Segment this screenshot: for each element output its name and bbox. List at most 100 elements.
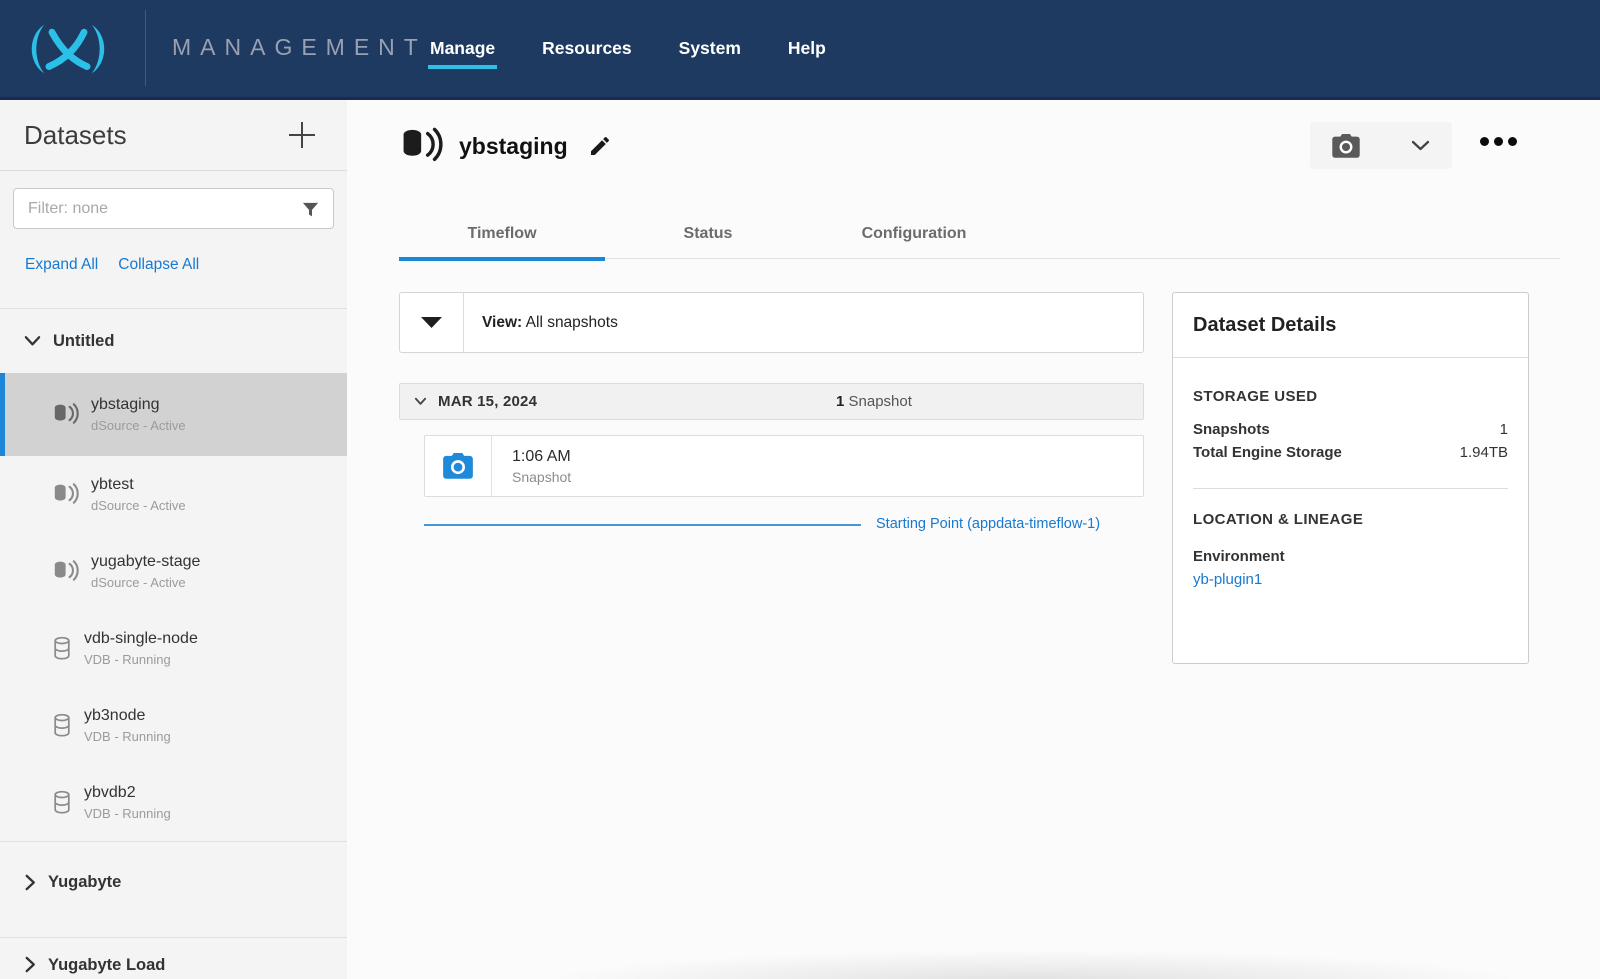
starting-point-link[interactable]: Starting Point (appdata-timeflow-1) bbox=[876, 516, 1100, 532]
pencil-icon bbox=[588, 134, 612, 158]
environment-label: Environment bbox=[1193, 548, 1508, 565]
vdb-icon bbox=[52, 790, 72, 815]
storage-row-value: 1.94TB bbox=[1460, 441, 1508, 464]
group-label: Yugabyte bbox=[48, 873, 121, 892]
more-actions-button[interactable] bbox=[1480, 137, 1517, 146]
nav-item-system[interactable]: System bbox=[679, 38, 741, 59]
starting-point-row: Starting Point (appdata-timeflow-1) bbox=[399, 515, 1144, 537]
dataset-status: dSource - Active bbox=[91, 498, 186, 513]
snapshot-count: 1 Snapshot bbox=[836, 393, 912, 410]
filter-funnel-icon[interactable] bbox=[301, 200, 320, 224]
dataset-item-ybstaging[interactable]: ybstaging dSource - Active bbox=[0, 373, 347, 456]
dsource-icon bbox=[399, 126, 443, 166]
take-snapshot-button[interactable] bbox=[1310, 122, 1452, 169]
location-lineage-heading: LOCATION & LINEAGE bbox=[1193, 511, 1508, 528]
delphix-logo-icon bbox=[18, 20, 118, 83]
view-value: All snapshots bbox=[526, 314, 618, 331]
ellipsis-icon bbox=[1480, 137, 1489, 146]
dataset-item-ybtest[interactable]: ybtest dSource - Active bbox=[0, 456, 347, 533]
tab-status[interactable]: Status bbox=[605, 208, 811, 258]
camera-icon bbox=[443, 453, 473, 479]
dsource-icon bbox=[52, 402, 79, 427]
snapshot-type: Snapshot bbox=[512, 469, 571, 485]
brand-text: MANAGEMENT bbox=[172, 34, 427, 61]
dataset-name: yb3node bbox=[84, 707, 171, 725]
dataset-details-panel: Dataset Details STORAGE USED Snapshots 1… bbox=[1172, 292, 1529, 664]
chevron-down-icon bbox=[414, 397, 427, 406]
dsource-icon bbox=[52, 482, 79, 507]
nav-divider bbox=[145, 10, 146, 86]
filter-input[interactable] bbox=[26, 199, 300, 219]
group-header-untitled[interactable]: Untitled bbox=[0, 309, 347, 373]
dataset-item-ybvdb2[interactable]: ybvdb2 VDB - Running bbox=[0, 764, 347, 841]
vdb-icon bbox=[52, 713, 72, 738]
timeflow-line bbox=[424, 524, 861, 526]
chevron-down-icon bbox=[24, 335, 41, 347]
nav-item-manage[interactable]: Manage bbox=[430, 38, 495, 59]
page-title: ybstaging bbox=[459, 133, 568, 160]
datasets-sidebar: Datasets Expand All Collapse All Untitle… bbox=[0, 100, 347, 979]
dataset-name: yugabyte-stage bbox=[91, 553, 200, 571]
tab-configuration[interactable]: Configuration bbox=[811, 208, 1017, 258]
dataset-item-yugabyte-stage[interactable]: yugabyte-stage dSource - Active bbox=[0, 533, 347, 610]
add-dataset-button[interactable] bbox=[287, 120, 317, 150]
date-label: MAR 15, 2024 bbox=[438, 393, 537, 410]
dataset-status: dSource - Active bbox=[91, 418, 186, 433]
sidebar-header: Datasets bbox=[0, 100, 347, 171]
dataset-status: dSource - Active bbox=[91, 575, 200, 590]
view-label: View: bbox=[482, 314, 522, 331]
nav-item-help[interactable]: Help bbox=[788, 38, 826, 59]
ellipsis-icon bbox=[1508, 137, 1517, 146]
group-header-yugabyte-load[interactable]: Yugabyte Load bbox=[0, 938, 347, 979]
details-title: Dataset Details bbox=[1173, 293, 1528, 358]
plus-icon bbox=[287, 120, 317, 150]
dataset-name: vdb-single-node bbox=[84, 630, 198, 648]
nav-item-resources[interactable]: Resources bbox=[542, 38, 632, 59]
filter-box bbox=[13, 188, 334, 229]
main-menu: Manage Resources System Help bbox=[430, 0, 826, 97]
snapshot-cell bbox=[425, 436, 492, 496]
group-header-yugabyte[interactable]: Yugabyte bbox=[0, 842, 347, 922]
dataset-name: ybvdb2 bbox=[84, 784, 171, 802]
dataset-status: VDB - Running bbox=[84, 652, 198, 667]
dataset-name: ybstaging bbox=[91, 396, 186, 414]
dataset-name: ybtest bbox=[91, 476, 186, 494]
top-nav: MANAGEMENT Manage Resources System Help bbox=[0, 0, 1600, 100]
view-selector[interactable]: View: All snapshots bbox=[399, 292, 1144, 353]
dataset-tabs: Timeflow Status Configuration bbox=[399, 208, 1560, 259]
scroll-shadow bbox=[527, 949, 1540, 979]
triangle-down-icon bbox=[420, 316, 443, 329]
dataset-title-row: ybstaging bbox=[399, 126, 612, 166]
sidebar-title: Datasets bbox=[24, 120, 127, 151]
storage-row-label: Snapshots bbox=[1193, 418, 1343, 441]
storage-used-heading: STORAGE USED bbox=[1193, 388, 1508, 405]
dataset-item-yb3node[interactable]: yb3node VDB - Running bbox=[0, 687, 347, 764]
dataset-status: VDB - Running bbox=[84, 806, 171, 821]
tree-controls: Expand All Collapse All bbox=[25, 256, 347, 274]
dataset-item-vdb-single-node[interactable]: vdb-single-node VDB - Running bbox=[0, 610, 347, 687]
storage-row: Total Engine Storage 1.94TB bbox=[1193, 441, 1508, 464]
vdb-icon bbox=[52, 636, 72, 661]
camera-icon bbox=[1332, 134, 1360, 158]
view-dropdown-toggle[interactable] bbox=[400, 293, 464, 352]
chevron-down-icon[interactable] bbox=[1411, 140, 1430, 151]
snapshot-row[interactable]: 1:06 AM Snapshot bbox=[424, 435, 1144, 497]
storage-row-label: Total Engine Storage bbox=[1193, 441, 1343, 464]
tab-timeflow[interactable]: Timeflow bbox=[399, 208, 605, 258]
snapshot-time: 1:06 AM bbox=[512, 448, 571, 466]
ellipsis-icon bbox=[1494, 137, 1503, 146]
date-group-header[interactable]: MAR 15, 2024 1 Snapshot bbox=[399, 383, 1144, 420]
collapse-all-link[interactable]: Collapse All bbox=[118, 256, 199, 274]
dsource-icon bbox=[52, 559, 79, 584]
chevron-right-icon bbox=[24, 874, 36, 891]
storage-row: Snapshots 1 bbox=[1193, 418, 1508, 441]
main-content: ybstaging Timeflow Status Configuration bbox=[347, 100, 1600, 979]
dataset-status: VDB - Running bbox=[84, 729, 171, 744]
group-label: Yugabyte Load bbox=[48, 956, 165, 975]
environment-link[interactable]: yb-plugin1 bbox=[1193, 571, 1508, 588]
storage-row-value: 1 bbox=[1500, 418, 1508, 441]
rename-dataset-button[interactable] bbox=[588, 134, 612, 158]
chevron-right-icon bbox=[24, 956, 36, 973]
group-label: Untitled bbox=[53, 332, 114, 351]
expand-all-link[interactable]: Expand All bbox=[25, 256, 98, 274]
